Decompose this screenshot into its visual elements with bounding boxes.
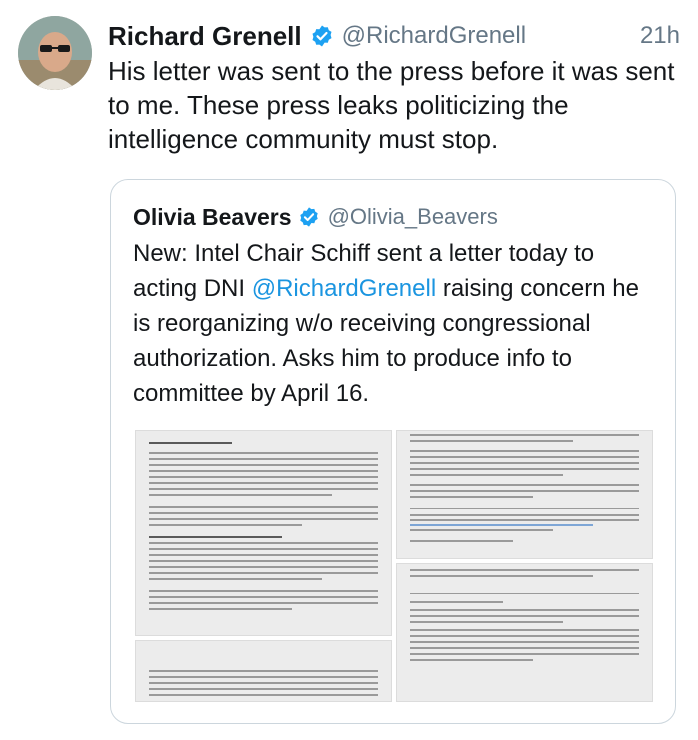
quoted-tweet-text: New: Intel Chair Schiff sent a letter to…: [133, 236, 658, 411]
quoted-author-handle: @Olivia_Beavers: [327, 204, 498, 229]
letter-page-image[interactable]: [135, 640, 392, 702]
tweet-header: Richard Grenell @RichardGrenell 21h: [108, 18, 680, 54]
letter-page-image[interactable]: [396, 563, 653, 702]
author-name[interactable]: Richard Grenell: [108, 21, 302, 52]
verified-badge-icon: [312, 25, 332, 47]
tweet-timestamp[interactable]: 21h: [640, 22, 680, 50]
media-grid: [135, 430, 653, 702]
mention-link[interactable]: @RichardGrenell: [252, 275, 436, 302]
avatar-photo-icon: [18, 16, 92, 90]
quoted-author-name: Olivia Beavers: [133, 203, 292, 230]
letter-page-image[interactable]: [396, 430, 653, 559]
verified-badge-icon: [299, 207, 318, 227]
quoted-tweet-header: Olivia Beavers @Olivia_Beavers: [133, 200, 498, 234]
letter-page-image[interactable]: [135, 430, 392, 636]
author-handle[interactable]: @RichardGrenell: [342, 22, 526, 50]
quoted-tweet-card[interactable]: Olivia Beavers @Olivia_Beavers New: Inte…: [110, 179, 676, 724]
author-avatar[interactable]: [18, 16, 92, 90]
tweet-text: His letter was sent to the press before …: [108, 56, 675, 154]
